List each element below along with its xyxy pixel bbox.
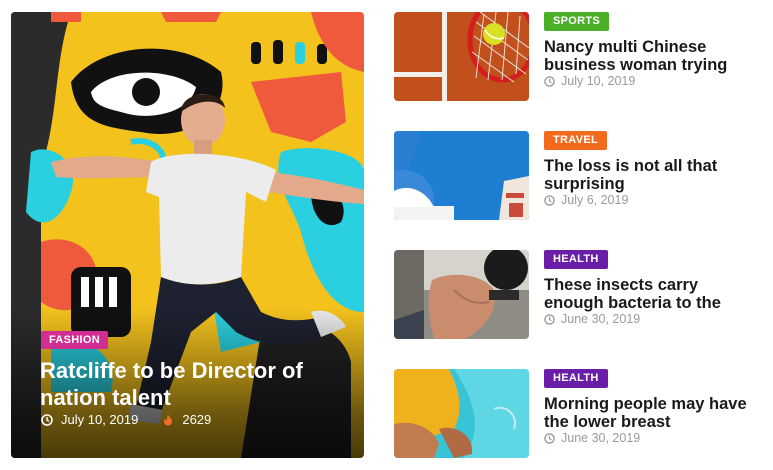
post-date: June 30, 2019 <box>544 312 640 326</box>
clock-icon <box>544 75 555 87</box>
pool-thumbnail-image <box>394 369 529 458</box>
post-date-text: June 30, 2019 <box>561 431 641 445</box>
featured-post-meta: July 10, 2019 2629 <box>41 412 211 427</box>
list-item: HEALTH These insects carry enough bacter… <box>394 250 764 340</box>
post-category-badge[interactable]: HEALTH <box>544 369 608 388</box>
list-item: TRAVEL The loss is not all that surprisi… <box>394 131 764 221</box>
featured-post-card[interactable]: FASHION Ratcliffe to be Director of nati… <box>11 12 364 458</box>
fire-icon <box>164 414 173 425</box>
post-title[interactable]: The loss is not all that surprising <box>544 157 759 193</box>
featured-post-views: 2629 <box>162 412 211 427</box>
featured-category-badge[interactable]: FASHION <box>41 331 108 349</box>
post-category-badge[interactable]: HEALTH <box>544 250 608 269</box>
post-title[interactable]: Morning people may have the lower breast <box>544 395 759 431</box>
post-date-text: July 10, 2019 <box>561 74 636 88</box>
clock-icon <box>544 313 555 325</box>
clock-icon <box>544 432 555 444</box>
post-title[interactable]: Nancy multi Chinese business woman tryin… <box>544 38 759 74</box>
tennis-thumbnail-image <box>394 12 529 101</box>
post-thumbnail[interactable] <box>394 250 529 339</box>
post-date-text: June 30, 2019 <box>561 312 641 326</box>
post-date: July 6, 2019 <box>544 193 628 207</box>
post-thumbnail[interactable] <box>394 369 529 458</box>
post-date: July 10, 2019 <box>544 74 635 88</box>
post-date-text: July 6, 2019 <box>561 193 629 207</box>
post-title[interactable]: These insects carry enough bacteria to t… <box>544 276 759 312</box>
gym-thumbnail-image <box>394 250 529 339</box>
post-category-badge[interactable]: SPORTS <box>544 12 610 31</box>
list-item: HEALTH Morning people may have the lower… <box>394 369 764 459</box>
list-item: SPORTS Nancy multi Chinese business woma… <box>394 12 764 102</box>
santorini-thumbnail-image <box>394 131 529 220</box>
featured-post-date: July 10, 2019 <box>61 412 139 427</box>
clock-icon <box>544 194 555 206</box>
post-thumbnail[interactable] <box>394 131 529 220</box>
post-date: June 30, 2019 <box>544 431 640 445</box>
featured-post-view-count: 2629 <box>182 412 212 427</box>
post-category-badge[interactable]: TRAVEL <box>544 131 607 150</box>
featured-post-title[interactable]: Ratcliffe to be Director of nation talen… <box>40 357 340 411</box>
post-thumbnail[interactable] <box>394 12 529 101</box>
clock-icon <box>41 413 53 426</box>
